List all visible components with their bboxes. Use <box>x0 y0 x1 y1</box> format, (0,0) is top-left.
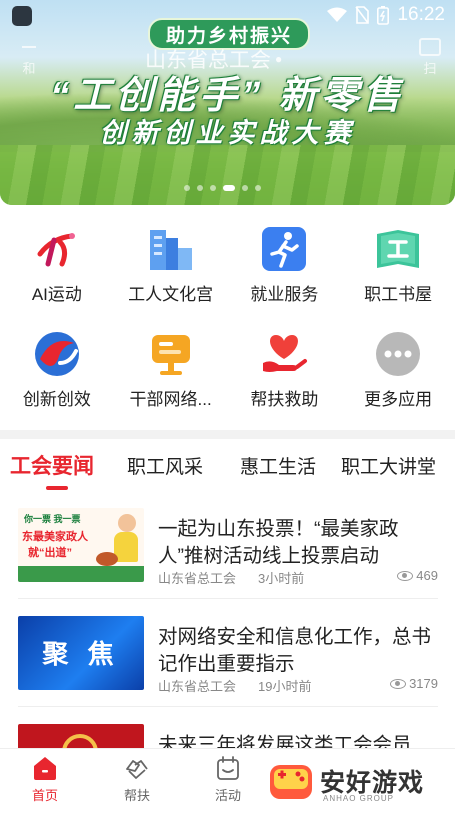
service-label: 创新创效 <box>22 390 91 409</box>
service-bookhouse[interactable]: 职工书屋 <box>341 224 455 305</box>
carousel-dot[interactable] <box>255 185 261 191</box>
scan-icon <box>419 38 441 56</box>
service-cadre-network[interactable]: 干部网络... <box>114 329 228 410</box>
carousel-indicator <box>184 185 261 191</box>
help-hands-icon <box>126 760 148 779</box>
app-indicator-icon <box>12 6 32 26</box>
employment-icon <box>262 227 307 271</box>
gamepad-icon <box>270 765 312 799</box>
news-item[interactable]: 聚 焦 对网络安全和信息化工作，总书记作出重要指示 山东省总工会 19小时前 3… <box>18 616 438 708</box>
carousel-dot[interactable] <box>210 185 216 191</box>
news-time: 3小时前 <box>258 571 305 586</box>
nav-label: 活动 <box>214 788 241 803</box>
nav-home[interactable]: 首页 <box>10 755 80 804</box>
news-source: 山东省总工会 <box>158 679 237 694</box>
carousel-dot-active[interactable] <box>223 185 235 191</box>
wifi-icon <box>327 7 348 22</box>
clock: 16:22 <box>397 4 445 25</box>
home-icon <box>34 757 56 780</box>
news-source: 山东省总工会 <box>158 571 237 586</box>
service-label: 就业服务 <box>250 285 319 304</box>
service-more-apps[interactable]: 更多应用 <box>341 329 455 410</box>
eye-icon <box>397 570 414 581</box>
news-views: 469 <box>397 568 438 583</box>
news-title: 对网络安全和信息化工作，总书记作出重要指示 <box>158 626 432 675</box>
service-grid: AI运动 工人文化宫 就业服务 职工书屋 创新创效 干部网络... 帮扶救助 更… <box>0 224 455 410</box>
banner-subheadline: 创新创业实战大赛 <box>99 118 356 148</box>
service-label: 工人文化宫 <box>128 285 214 304</box>
cadre-network-icon <box>151 335 190 375</box>
news-title: 一起为山东投票！“最美家政人”推树活动线上投票启动 <box>158 518 399 567</box>
no-sim-icon <box>355 6 370 24</box>
carousel-dot[interactable] <box>184 185 190 191</box>
nav-activity[interactable]: 活动 <box>193 755 263 804</box>
service-label: 更多应用 <box>364 390 433 409</box>
news-separator <box>18 598 438 599</box>
carousel-dot[interactable] <box>242 185 248 191</box>
active-tab-indicator <box>46 486 68 490</box>
bookhouse-icon <box>377 230 420 268</box>
carousel-dot[interactable] <box>197 185 203 191</box>
assistance-icon <box>263 335 308 372</box>
tab-worker-lecture[interactable]: 职工大讲堂 <box>341 452 436 479</box>
service-label: 帮扶救助 <box>250 390 319 409</box>
service-culture-palace[interactable]: 工人文化宫 <box>114 224 228 305</box>
nav-help[interactable]: 帮扶 <box>102 755 172 804</box>
service-employment[interactable]: 就业服务 <box>228 224 342 305</box>
news-tabs: 工会要闻 职工风采 惠工生活 职工大讲堂 <box>0 448 455 490</box>
battery-icon <box>377 5 390 25</box>
more-apps-icon <box>376 332 421 376</box>
service-ai-sport[interactable]: AI运动 <box>0 224 114 305</box>
news-time: 19小时前 <box>258 679 312 694</box>
culture-palace-icon <box>149 230 192 270</box>
news-item[interactable]: 你一票 我一票 东最美家政人 就“出道” 一起为山东投票！“最美家政人”推树活动… <box>18 508 438 600</box>
service-label: 干部网络... <box>129 390 212 409</box>
worker-figure-icon <box>118 514 136 532</box>
news-thumbnail: 聚 焦 <box>18 616 144 690</box>
section-divider <box>0 430 455 439</box>
service-label: AI运动 <box>31 285 82 304</box>
news-separator <box>18 706 438 707</box>
innovation-icon <box>34 332 79 376</box>
tab-worker-style[interactable]: 职工风采 <box>127 452 203 479</box>
activity-icon <box>217 756 239 780</box>
news-views: 3179 <box>390 676 438 691</box>
tab-union-news[interactable]: 工会要闻 <box>10 450 94 480</box>
nav-label: 首页 <box>31 788 58 803</box>
ai-sport-icon <box>37 233 75 267</box>
nav-label: 帮扶 <box>123 788 150 803</box>
news-thumbnail: 你一票 我一票 东最美家政人 就“出道” <box>18 508 144 582</box>
eye-icon <box>390 678 407 689</box>
watermark-logo: 安好游戏 ANHAO GROUP <box>268 756 455 806</box>
tab-worker-life[interactable]: 惠工生活 <box>240 452 316 479</box>
service-innovation[interactable]: 创新创效 <box>0 329 114 410</box>
service-assistance[interactable]: 帮扶救助 <box>228 329 342 410</box>
top-banner[interactable]: 16:22 和 扫 助力乡村振兴 山东省总工会 ● “工创能手” 新零售 创新创… <box>0 0 455 205</box>
banner-fields <box>0 145 455 205</box>
service-label: 职工书屋 <box>364 285 433 304</box>
watermark-subtext: ANHAO GROUP <box>323 794 395 803</box>
